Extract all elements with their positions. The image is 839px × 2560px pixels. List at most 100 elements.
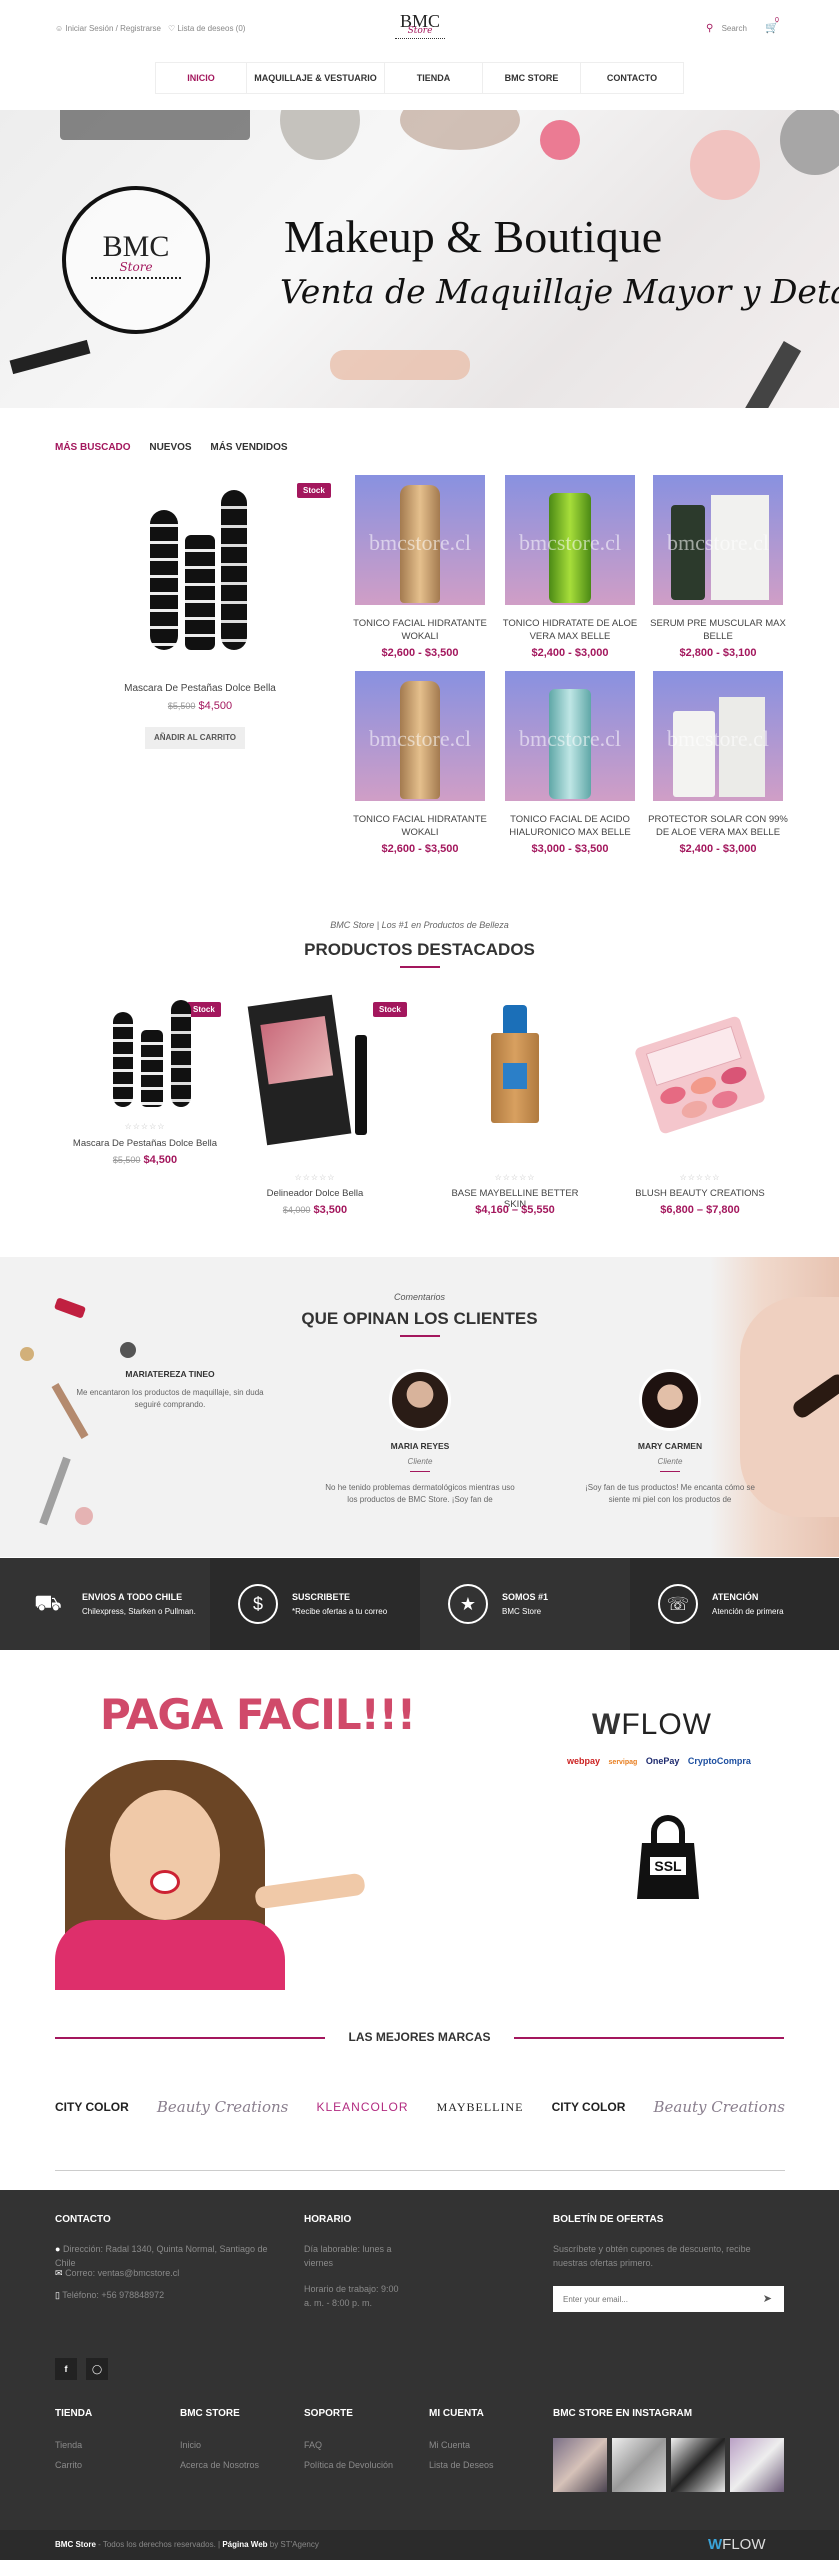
mascara-image [145, 490, 255, 670]
wishlist-link[interactable]: ♡ Lista de deseos (0) [168, 24, 245, 33]
nav-tienda[interactable]: TIENDA [385, 63, 483, 93]
footer-hours-time: Horario de trabajo: 9:00 a. m. - 8:00 p.… [304, 2284, 399, 2308]
map-pin-icon: ● [55, 2244, 61, 2254]
add-to-cart-button[interactable]: AÑADIR AL CARRITO [145, 727, 245, 749]
featured-product[interactable]: Stock Mascara De Pestañas Dolce Bella $5… [55, 475, 331, 755]
search-toggle[interactable]: ⚲ Search [706, 23, 747, 34]
product-name[interactable]: Delineador Dolce Bella [245, 1188, 385, 1199]
send-icon[interactable]: ➤ [763, 2292, 772, 2305]
review-text: Me encantaron los productos de maquillaj… [76, 1388, 264, 1409]
mascara-image[interactable] [105, 1000, 205, 1110]
brand-logo[interactable]: Beauty Creations [157, 2098, 288, 2116]
phone-icon: ▯ [55, 2290, 60, 2300]
hero-banner[interactable]: BMC Store Makeup & Boutique Venta de Maq… [0, 110, 839, 408]
product-price: $2,400 - $3,000 [531, 647, 609, 659]
foundation-image[interactable] [485, 1005, 545, 1155]
sale-price: $4,160 – $5,550 [475, 1204, 555, 1216]
product-image[interactable]: bmcstore.cl [505, 475, 635, 605]
headset-icon: ☏ [658, 1584, 698, 1624]
footer-newsletter-title: BOLETÍN DE OFERTAS [553, 2214, 664, 2225]
footer-link[interactable]: Lista de Deseos [429, 2458, 494, 2472]
brands-line-right [514, 2037, 784, 2039]
product-image[interactable]: bmcstore.cl [653, 671, 783, 801]
tab-mas-vendidos[interactable]: MÁS VENDIDOS [210, 442, 287, 453]
nav-bmc-store[interactable]: BMC STORE [483, 63, 581, 93]
product-name[interactable]: TONICO FACIAL HIDRATANTE WOKALI [350, 617, 490, 643]
destacados-kicker: BMC Store | Los #1 en Productos de Belle… [330, 920, 509, 930]
product-name[interactable]: SERUM PRE MUSCULAR MAX BELLE [648, 617, 788, 643]
footer-link[interactable]: Política de Devolución [304, 2458, 393, 2472]
footer-col-title: TIENDA [55, 2408, 93, 2419]
product-name[interactable]: BLUSH BEAUTY CREATIONS [625, 1188, 775, 1199]
user-icon: ☺ [55, 24, 64, 33]
testimonial-card: MARIA REYES Cliente No he tenido problem… [320, 1369, 520, 1506]
product-name[interactable]: PROTECTOR SOLAR CON 99% DE ALOE VERA MAX… [648, 813, 788, 839]
footer-newsletter-text: Suscríbete y obtén cupones de descuento,… [553, 2244, 751, 2268]
tab-nuevos[interactable]: NUEVOS [149, 442, 191, 453]
login-link[interactable]: ☺ Iniciar Sesión / Registrarse [55, 24, 161, 33]
nav-maquillaje[interactable]: MAQUILLAJE & VESTUARIO [247, 63, 385, 93]
footer-link[interactable]: FAQ [304, 2438, 322, 2452]
product-name[interactable]: Mascara De Pestañas Dolce Bella [65, 1138, 225, 1149]
brands-line-left [55, 2037, 325, 2039]
brand-logo[interactable]: CITY COLOR [552, 2100, 626, 2114]
feature-subscribe[interactable]: $ SUSCRIBETE *Recibe ofertas a tu correo [210, 1558, 420, 1650]
sale-price: $4,500 [143, 1154, 178, 1166]
testimonials-kicker: Comentarios [393, 1292, 446, 1302]
cart-button[interactable]: 🛒 0 [765, 17, 779, 34]
instagram-thumb[interactable] [730, 2438, 784, 2492]
instagram-thumb[interactable] [553, 2438, 607, 2492]
testimonial-card: MARIATEREZA TINEO Me encantaron los prod… [70, 1369, 270, 1411]
stock-badge: Stock [373, 1002, 407, 1017]
site-logo[interactable]: BMC Store [380, 12, 460, 39]
product-image[interactable]: bmcstore.cl [653, 475, 783, 605]
brand-logo[interactable]: KLEANCOLOR [316, 2100, 408, 2114]
facebook-icon[interactable]: f [55, 2358, 77, 2380]
instagram-thumb[interactable] [612, 2438, 666, 2492]
brand-logo[interactable]: MAYBELLINE [437, 2100, 524, 2115]
footer-phone[interactable]: ▯ Teléfono: +56 978848972 [55, 2288, 164, 2302]
instagram-thumb[interactable] [671, 2438, 725, 2492]
nav-contacto[interactable]: CONTACTO [581, 63, 684, 93]
footer-link[interactable]: Tienda [55, 2438, 82, 2452]
title-underline [400, 966, 440, 968]
brand-logo[interactable]: Beauty Creations [654, 2098, 785, 2116]
main-nav: INICIO MAQUILLAJE & VESTUARIO TIENDA BMC… [155, 62, 684, 94]
product-image[interactable]: bmcstore.cl [355, 475, 485, 605]
product-name[interactable]: TONICO FACIAL HIDRATANTE WOKALI [350, 813, 490, 839]
hero-subtitle: Venta de Maquillaje Mayor y Detal [280, 272, 839, 311]
brand-logos: CITY COLOR Beauty Creations KLEANCOLOR M… [55, 2092, 785, 2122]
destacados-row: Stock ☆☆☆☆☆ Mascara De Pestañas Dolce Be… [55, 990, 785, 1230]
sale-price: $3,500 [313, 1204, 348, 1216]
footer-link[interactable]: Inicio [180, 2438, 201, 2452]
award-icon: ★ [448, 1584, 488, 1624]
footer-col-title: BMC STORE [180, 2408, 240, 2419]
sale-price: $6,800 – $7,800 [660, 1204, 740, 1216]
nav-inicio[interactable]: INICIO [155, 63, 247, 93]
footer: CONTACTO ● Dirección: Radal 1340, Quinta… [0, 2190, 839, 2560]
footer-link[interactable]: Acerca de Nosotros [180, 2458, 259, 2472]
footer-link[interactable]: Mi Cuenta [429, 2438, 470, 2452]
footer-email[interactable]: ✉ Correo: ventas@bmcstore.cl [55, 2266, 179, 2280]
product-name[interactable]: Mascara De Pestañas Dolce Bella [105, 683, 295, 694]
eyeliner-image[interactable] [247, 994, 375, 1146]
brand-logo[interactable]: CITY COLOR [55, 2100, 129, 2114]
blush-palette-image[interactable] [633, 1015, 767, 1135]
newsletter-email-input[interactable] [553, 2286, 743, 2312]
footer-link[interactable]: Carrito [55, 2458, 82, 2472]
product-name[interactable]: TONICO FACIAL DE ACIDO HIALURONICO MAX B… [500, 813, 640, 839]
product-name[interactable]: TONICO HIDRATATE DE ALOE VERA MAX BELLE [500, 617, 640, 643]
tab-mas-buscado[interactable]: MÁS BUSCADO [55, 442, 131, 453]
payment-methods: webpay servipag OnePay CryptoCompra [567, 1756, 751, 1766]
testimonials-title: QUE OPINAN LOS CLIENTES [301, 1309, 538, 1328]
avatar [389, 1369, 451, 1431]
product-image[interactable]: bmcstore.cl [505, 671, 635, 801]
ssl-badge: SSL [637, 1815, 699, 1911]
footer-flow-logo: WFLOW [708, 2536, 766, 2553]
reviewer-name: MARIATEREZA TINEO [125, 1369, 215, 1379]
instagram-icon[interactable]: ◯ [86, 2358, 108, 2380]
footer-contact-title: CONTACTO [55, 2214, 111, 2225]
product-price: $2,600 - $3,500 [381, 843, 459, 855]
flow-w-icon: W [708, 2536, 723, 2553]
product-image[interactable]: bmcstore.cl [355, 671, 485, 801]
